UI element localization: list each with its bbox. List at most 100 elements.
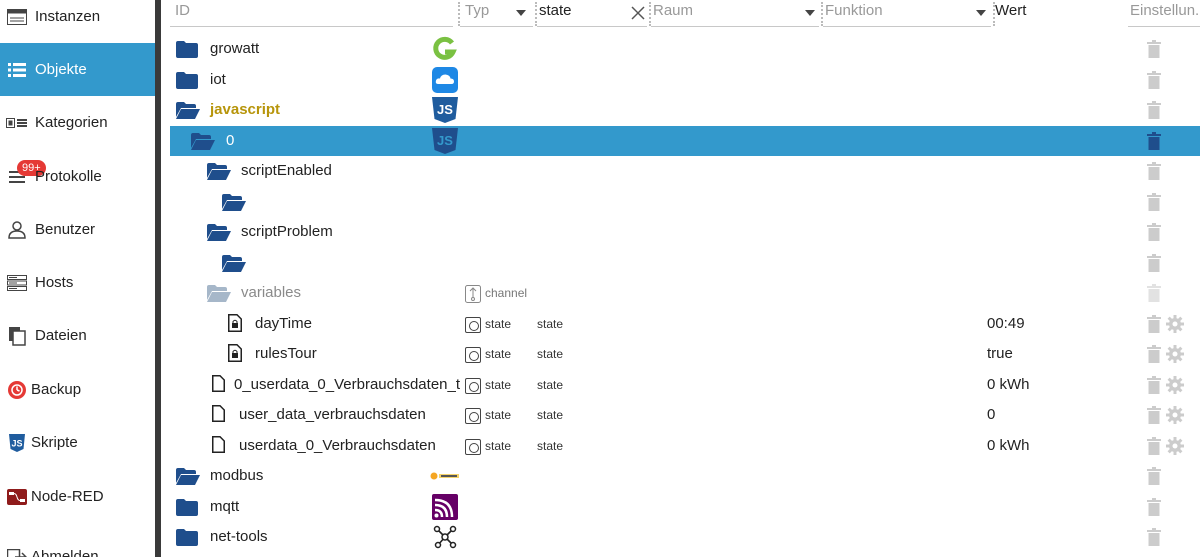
growatt-icon	[433, 36, 457, 60]
object-role: state	[537, 378, 564, 392]
folder-open-icon	[222, 194, 246, 211]
folder-icon	[176, 41, 198, 58]
object-name: net-tools	[210, 528, 268, 545]
sidebar-item-label: Kategorien	[35, 114, 108, 131]
tree-row[interactable]	[170, 248, 1200, 278]
sidebar-item-backup[interactable]: Backup	[0, 363, 155, 416]
sidebar-item-instances[interactable]: Instanzen	[0, 0, 155, 43]
gear-icon[interactable]	[1166, 406, 1184, 424]
sidebar-item-logs[interactable]: 99+ Protokolle	[0, 150, 155, 203]
object-name: 0	[226, 132, 235, 149]
folder-open-icon	[222, 255, 246, 272]
trash-icon[interactable]	[1147, 315, 1161, 333]
sidebar-item-logout[interactable]: Abmelden	[0, 530, 155, 557]
sidebar-item-label: Hosts	[35, 274, 74, 291]
trash-icon[interactable]	[1147, 162, 1161, 180]
tree-row[interactable]: javascript JS	[170, 95, 1200, 125]
folder-open-icon	[207, 163, 231, 180]
folder-open-icon	[176, 102, 200, 119]
tree-row[interactable]: 0_userdata_0_Verbrauchsdaten_t state sta…	[170, 370, 1200, 400]
tree-row[interactable]: userdata_0_Verbrauchsdaten state state 0…	[170, 431, 1200, 461]
trash-icon[interactable]	[1147, 345, 1161, 363]
tree-row[interactable]: growatt	[170, 34, 1200, 64]
sidebar-item-files[interactable]: Dateien	[0, 309, 155, 362]
trash-icon[interactable]	[1147, 498, 1161, 516]
tree-row[interactable]: scriptEnabled	[170, 156, 1200, 186]
gear-icon[interactable]	[1166, 315, 1184, 333]
sidebar-item-objects[interactable]: Objekte	[0, 43, 155, 96]
js-icon: JS	[432, 128, 458, 154]
function-filter-select[interactable]: Funktion	[823, 0, 991, 27]
sidebar-item-users[interactable]: Benutzer	[0, 203, 155, 256]
svg-text:JS: JS	[11, 438, 22, 448]
gear-icon[interactable]	[1166, 376, 1184, 394]
tree-row[interactable]: modbus	[170, 461, 1200, 491]
sidebar-item-node-red[interactable]: Node-RED	[0, 470, 155, 523]
sidebar-item-scripts[interactable]: JS Skripte	[0, 416, 155, 469]
value-column-header: Wert	[995, 2, 1027, 19]
object-name: modbus	[210, 467, 264, 484]
trash-icon[interactable]	[1147, 223, 1161, 241]
type-filter-select[interactable]: Typ	[460, 0, 533, 27]
gear-icon[interactable]	[1166, 437, 1184, 455]
trash-icon[interactable]	[1147, 376, 1161, 394]
tree-row[interactable]: mqtt	[170, 492, 1200, 522]
trash-icon[interactable]	[1147, 132, 1161, 150]
trash-icon[interactable]	[1147, 101, 1161, 119]
sidebar-item-label: Protokolle	[35, 168, 102, 185]
svg-text:JS: JS	[437, 102, 453, 117]
js-icon: JS	[432, 97, 458, 123]
tree-row-selected[interactable]: 0 JS	[170, 126, 1200, 156]
tree-row[interactable]: iot	[170, 65, 1200, 95]
sidebar-item-label: Backup	[31, 381, 82, 398]
trash-icon[interactable]	[1147, 406, 1161, 424]
trash-icon[interactable]	[1147, 437, 1161, 455]
trash-icon[interactable]	[1147, 193, 1161, 211]
id-filter-input[interactable]: ID	[170, 0, 453, 27]
object-value[interactable]: 0 kWh	[987, 437, 1030, 454]
folder-icon	[176, 499, 198, 516]
tree-row[interactable]: dayTime state state 00:49	[170, 309, 1200, 339]
sidebar-item-hosts[interactable]: Hosts	[0, 256, 155, 309]
object-value[interactable]: 0 kWh	[987, 376, 1030, 393]
trash-icon[interactable]	[1147, 71, 1161, 89]
folder-open-icon	[176, 468, 200, 485]
gear-icon[interactable]	[1166, 345, 1184, 363]
object-role: state	[537, 347, 564, 361]
tree-row[interactable]: user_data_verbrauchsdaten state state 0	[170, 400, 1200, 430]
sidebar-item-categories[interactable]: Kategorien	[0, 96, 155, 149]
trash-icon[interactable]	[1147, 528, 1161, 546]
mqtt-icon	[432, 494, 458, 520]
trash-icon[interactable]	[1147, 284, 1161, 302]
objects-table-header: ID Typ state Raum Funktion Wert Einstell…	[170, 0, 1200, 30]
trash-icon[interactable]	[1147, 40, 1161, 58]
object-name: dayTime	[255, 315, 312, 332]
room-filter-select[interactable]: Raum	[651, 0, 819, 27]
object-type: state	[485, 378, 512, 392]
object-role: state	[537, 317, 564, 331]
tree-row[interactable]: rulesTour state state true	[170, 339, 1200, 369]
sidebar-item-label: Instanzen	[35, 8, 101, 25]
sidebar-item-label: Dateien	[35, 327, 87, 344]
file-icon	[212, 375, 225, 392]
object-name: growatt	[210, 40, 260, 57]
state-icon	[465, 439, 481, 455]
object-value[interactable]: true	[987, 345, 1013, 362]
clear-role-filter-button[interactable]	[628, 0, 648, 27]
cloud-icon	[432, 67, 458, 93]
sidebar-item-label: Node-RED	[31, 488, 104, 505]
folder-open-icon	[207, 224, 231, 241]
tree-row[interactable]: variables channel	[170, 278, 1200, 308]
tree-row[interactable]	[170, 187, 1200, 217]
object-name: javascript	[210, 101, 281, 118]
file-icon	[212, 436, 225, 453]
node-red-icon	[6, 488, 28, 506]
tree-row[interactable]: net-tools	[170, 522, 1200, 552]
object-value[interactable]: 00:49	[987, 315, 1025, 332]
tree-row[interactable]: scriptProblem	[170, 217, 1200, 247]
svg-text:JS: JS	[437, 133, 453, 148]
trash-icon[interactable]	[1147, 467, 1161, 485]
file-icon	[212, 405, 225, 422]
trash-icon[interactable]	[1147, 254, 1161, 272]
object-value[interactable]: 0	[987, 406, 995, 423]
